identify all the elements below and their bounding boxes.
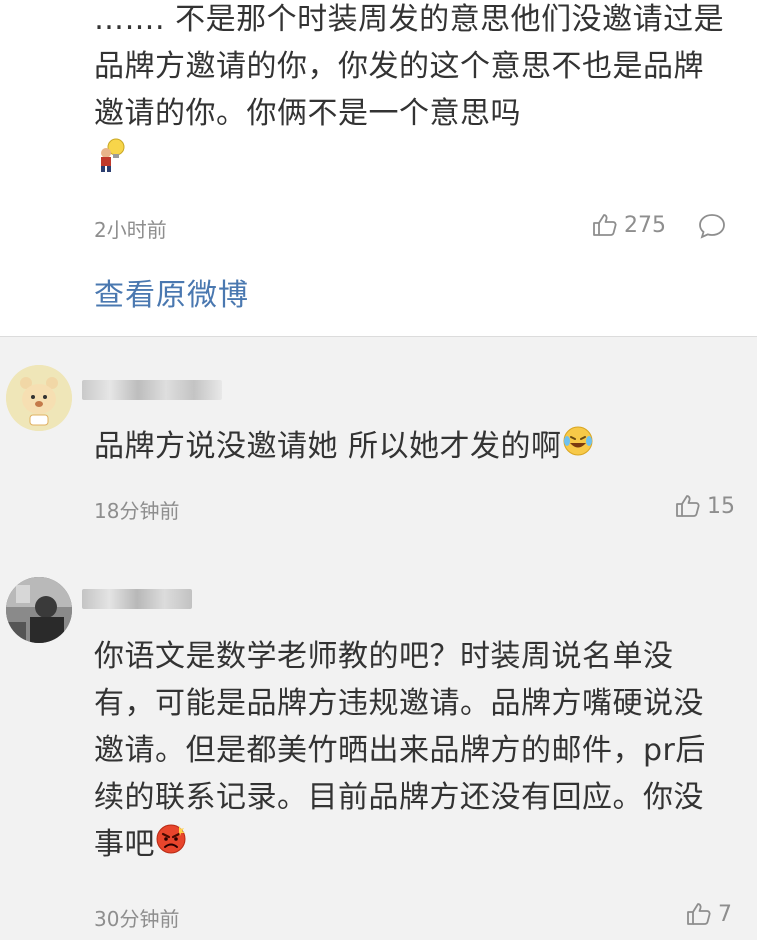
like-count: 275: [624, 212, 666, 238]
reply-text: 品牌方说没邀请她 所以她才发的啊: [94, 423, 734, 471]
username-blurred[interactable]: [82, 380, 222, 400]
laughing-tears-emoji: [562, 424, 594, 471]
photo-avatar-icon: [6, 577, 72, 643]
main-like-button[interactable]: 275: [592, 212, 666, 238]
comment-icon[interactable]: [698, 213, 726, 243]
like-count: 7: [718, 901, 732, 927]
thumbs-up-icon: [592, 212, 618, 238]
reply-time: 30分钟前: [94, 907, 180, 931]
main-comment-time: 2小时前: [94, 218, 167, 242]
reply-like-button[interactable]: 7: [686, 901, 732, 927]
username-blurred[interactable]: [82, 589, 192, 609]
thumbs-up-icon: [675, 493, 701, 519]
replies-section: 品牌方说没邀请她 所以她才发的啊 18分钟前 15 你语文是数学老师教的吧？时装…: [0, 337, 757, 940]
avatar[interactable]: [6, 577, 72, 643]
avatar[interactable]: [6, 365, 72, 431]
lightbulb-person-emoji: [94, 137, 128, 187]
main-comment-text: ……. 不是那个时装周发的意思他们没邀请过是品牌方邀请的你，你发的这个意思不也是…: [94, 0, 734, 187]
reply-text: 你语文是数学老师教的吧？时装周说名单没有，可能是品牌方违规邀请。品牌方嘴硬说没邀…: [94, 633, 734, 869]
reply-time: 18分钟前: [94, 499, 180, 523]
reply-like-button[interactable]: 15: [675, 493, 735, 519]
bear-avatar-icon: [6, 365, 72, 431]
thumbs-up-icon: [686, 901, 712, 927]
main-comment-card: ……. 不是那个时装周发的意思他们没邀请过是品牌方邀请的你，你发的这个意思不也是…: [0, 0, 757, 336]
view-original-weibo-link[interactable]: 查看原微博: [94, 270, 249, 314]
angry-face-emoji: [155, 822, 187, 869]
like-count: 15: [707, 493, 735, 519]
